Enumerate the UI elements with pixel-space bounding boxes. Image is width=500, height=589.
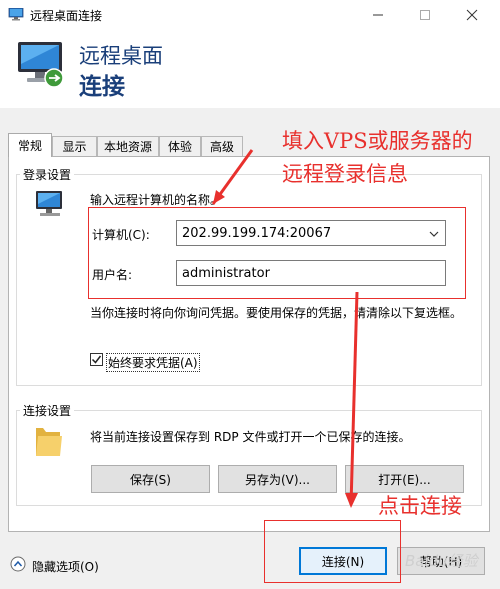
annotation-arrows (211, 149, 359, 508)
tab-general[interactable]: 常规 (8, 133, 52, 157)
annotation-arrow-2-icon (345, 291, 359, 508)
watermark: Baidu经验 (405, 552, 478, 570)
annotation-arrow-1-icon (211, 149, 254, 205)
